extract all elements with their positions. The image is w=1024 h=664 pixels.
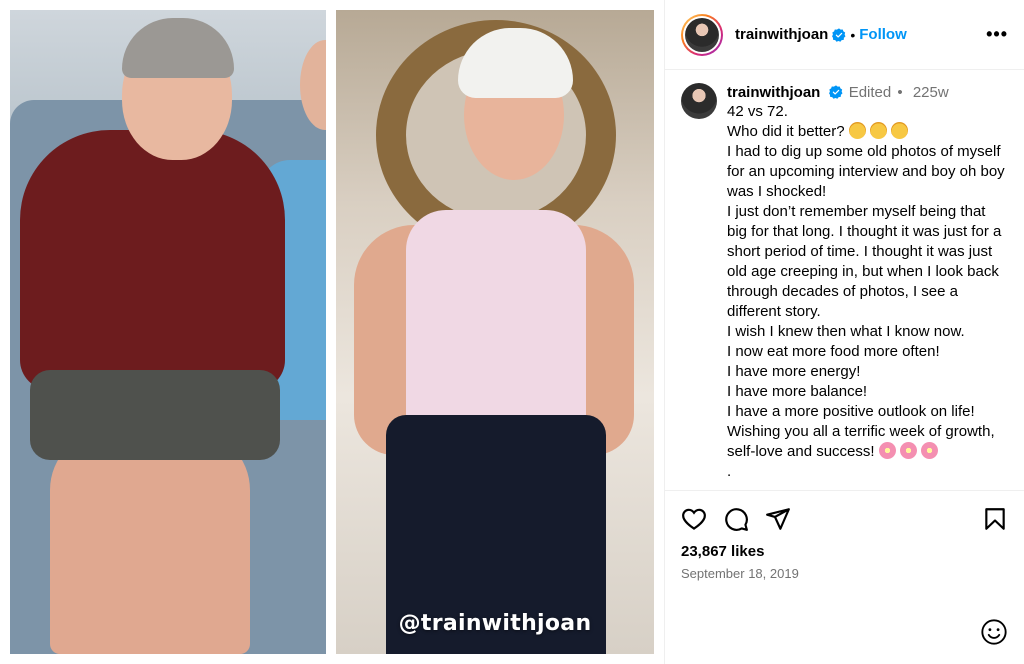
caption-meta: trainwithjoan Edited • 225w (727, 83, 1008, 102)
caption-text: Who did it better? (727, 123, 845, 140)
caption-username[interactable]: trainwithjoan (727, 84, 820, 101)
verified-badge-icon (832, 27, 846, 42)
share-icon[interactable] (765, 506, 791, 532)
username-link[interactable]: trainwithjoan (735, 26, 828, 43)
caption-text: Wishing you all a terrific week of growt… (727, 423, 995, 460)
shorts (30, 370, 280, 460)
caption-line: I have more energy! (727, 363, 861, 380)
pink-crop-top (406, 210, 586, 425)
avatar[interactable] (681, 13, 723, 56)
heart-icon[interactable] (681, 506, 707, 532)
action-bar (681, 504, 1008, 534)
red-shirt (20, 130, 285, 390)
sweat-smile-emoji (890, 122, 908, 139)
post-time[interactable]: 225w (913, 84, 949, 101)
cherry-blossom-emoji (899, 442, 917, 459)
more-options-icon[interactable]: ••• (986, 24, 1008, 45)
caption-line: I wish I knew then what I know now. (727, 323, 965, 340)
caption-line: I had to dig up some old photos of mysel… (727, 143, 1005, 200)
emoji-picker-icon[interactable] (980, 618, 1008, 646)
hair (122, 18, 234, 78)
post-header: trainwithjoan • Follow ••• (665, 0, 1024, 70)
caption-line: I have more balance! (727, 383, 868, 400)
bookmark-icon[interactable] (982, 506, 1008, 532)
caption-line: . (727, 463, 732, 480)
before-photo (10, 10, 326, 654)
caption-line: I just don’t remember myself being that … (727, 203, 1002, 320)
post-side-panel: trainwithjoan • Follow ••• trainwithjoan… (664, 0, 1024, 664)
avatar-image (685, 17, 719, 52)
post-date[interactable]: September 18, 2019 (681, 566, 799, 581)
cherry-blossom-emoji (920, 442, 938, 459)
comment-icon[interactable] (723, 506, 749, 532)
edited-label: Edited (848, 84, 892, 101)
separator-dot: • (850, 26, 856, 43)
after-photo: @trainwithjoan (336, 10, 654, 654)
watermark-handle: @trainwithjoan (398, 611, 592, 636)
sweat-smile-emoji (848, 122, 866, 139)
cherry-blossom-emoji (878, 442, 896, 459)
follow-button[interactable]: Follow (859, 26, 907, 43)
post-media[interactable]: @trainwithjoan (0, 0, 664, 664)
caption-line: 42 vs 72. (727, 103, 788, 120)
caption-line: Wishing you all a terrific week of growt… (727, 422, 1008, 462)
verified-badge-icon (828, 85, 842, 99)
sweat-smile-emoji (869, 122, 887, 139)
caption-line: I have a more positive outlook on life! (727, 403, 975, 420)
caption-area: trainwithjoan Edited • 225w 42 vs 72. Wh… (665, 71, 1024, 491)
caption-avatar[interactable] (681, 83, 717, 119)
likes-count[interactable]: 23,867 likes (681, 543, 764, 560)
caption-line: I now eat more food more often! (727, 343, 940, 360)
caption-line: Who did it better? (727, 122, 1008, 142)
legs (50, 430, 250, 654)
separator-dot: • (897, 84, 903, 101)
